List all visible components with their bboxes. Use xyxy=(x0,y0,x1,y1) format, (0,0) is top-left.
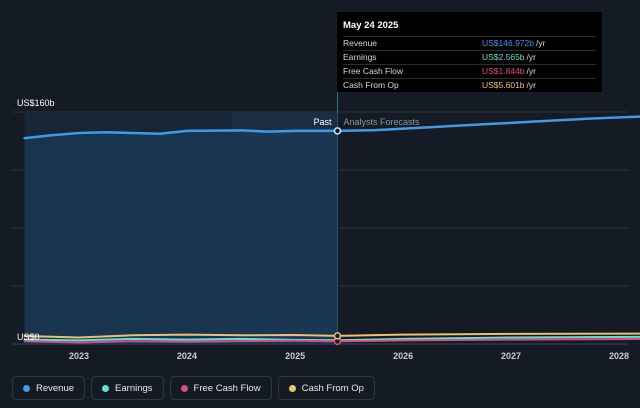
legend-item-free-cash-flow[interactable]: Free Cash Flow xyxy=(169,376,272,400)
legend-dot-icon xyxy=(288,384,296,392)
legend-label: Free Cash Flow xyxy=(193,382,261,394)
legend-dot-icon xyxy=(180,384,188,392)
past-label: Past xyxy=(313,117,332,127)
y-axis-label-zero: US$0 xyxy=(17,332,40,342)
x-tick-label: 2027 xyxy=(501,351,521,361)
tooltip-row-revenue: Revenue US$146.972b /yr xyxy=(343,36,596,50)
legend-label: Revenue xyxy=(36,382,75,394)
x-tick-label: 2026 xyxy=(393,351,413,361)
chart-legend: Revenue Earnings Free Cash Flow Cash Fro… xyxy=(12,376,375,400)
tooltip-unit: /yr xyxy=(526,80,536,90)
x-tick-label: 2025 xyxy=(285,351,305,361)
legend-label: Earnings xyxy=(115,382,153,394)
tooltip-row-cash-from-op: Cash From Op US$5.601b /yr xyxy=(343,78,596,92)
tooltip-unit: /yr xyxy=(526,52,536,62)
forecast-label: Analysts Forecasts xyxy=(343,117,420,127)
tooltip-label: Earnings xyxy=(343,52,377,62)
legend-item-revenue[interactable]: Revenue xyxy=(12,376,86,400)
tooltip-row-earnings: Earnings US$2.565b /yr xyxy=(343,50,596,64)
legend-item-cash-from-op[interactable]: Cash From Op xyxy=(277,376,375,400)
x-tick-label: 2023 xyxy=(69,351,89,361)
tooltip-label: Revenue xyxy=(343,38,378,48)
revenue-area xyxy=(24,130,338,344)
tooltip-row-free-cash-flow: Free Cash Flow US$1.844b /yr xyxy=(343,64,596,78)
tooltip-value: US$1.844b xyxy=(482,66,525,76)
x-tick-label: 2024 xyxy=(177,351,197,361)
tooltip-value: US$146.972b xyxy=(482,38,534,48)
tooltip-value: US$5.601b xyxy=(482,80,525,90)
legend-dot-icon xyxy=(102,384,110,392)
y-axis-label-max: US$160b xyxy=(17,98,55,108)
tooltip-label: Cash From Op xyxy=(343,80,399,90)
legend-label: Cash From Op xyxy=(301,382,364,394)
x-tick-label: 2028 xyxy=(609,351,629,361)
tooltip-unit: /yr xyxy=(536,38,546,48)
hover-point xyxy=(333,332,342,340)
legend-item-earnings[interactable]: Earnings xyxy=(91,376,164,400)
tooltip-date: May 24 2025 xyxy=(343,20,399,31)
legend-dot-icon xyxy=(23,384,30,392)
hover-tooltip: May 24 2025 Revenue US$146.972b /yr Earn… xyxy=(337,12,602,92)
tooltip-unit: /yr xyxy=(526,66,536,76)
hover-point xyxy=(333,127,342,135)
tooltip-value: US$2.565b xyxy=(482,52,525,62)
tooltip-label: Free Cash Flow xyxy=(343,66,403,76)
past-shading xyxy=(24,112,338,344)
